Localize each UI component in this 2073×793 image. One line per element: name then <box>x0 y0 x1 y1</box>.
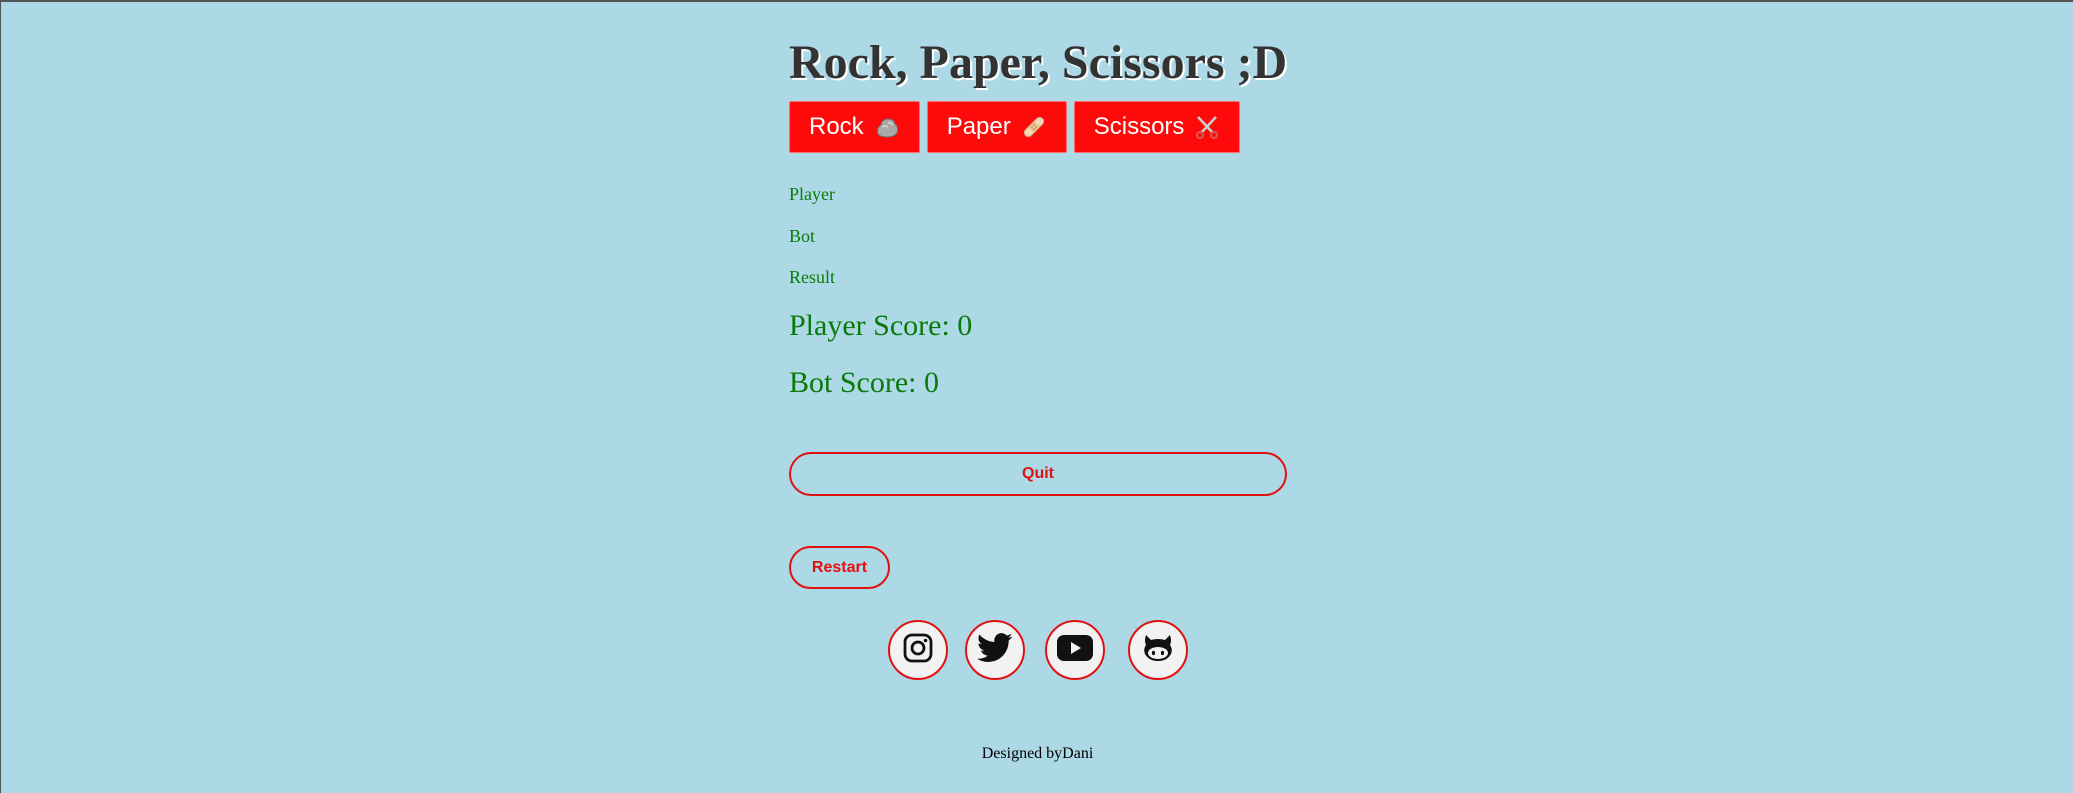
scissors-button[interactable]: Scissors <box>1073 101 1241 153</box>
github-icon <box>1140 632 1176 669</box>
youtube-icon <box>1056 634 1094 667</box>
github-link[interactable] <box>1128 620 1188 680</box>
scissors-button-label: Scissors <box>1093 113 1185 140</box>
rock-icon <box>874 114 900 140</box>
bot-score: Bot Score: 0 <box>789 366 939 399</box>
twitter-link[interactable] <box>965 620 1025 680</box>
player-choice-status: Player <box>789 184 835 204</box>
rock-button-label: Rock <box>809 113 864 140</box>
footer-credit: Designed byDani <box>981 745 1094 762</box>
paper-button[interactable]: Paper <box>926 101 1067 153</box>
bandage-icon <box>1021 114 1047 140</box>
page-title: Rock, Paper, Scissors ;D <box>789 36 1288 89</box>
bot-choice-status: Bot <box>789 226 816 246</box>
instagram-link[interactable] <box>888 620 948 680</box>
paper-button-label: Paper <box>946 113 1011 140</box>
twitter-icon <box>977 632 1013 669</box>
youtube-link[interactable] <box>1045 620 1105 680</box>
player-score: Player Score: 0 <box>789 309 973 342</box>
quit-button[interactable]: Quit <box>789 452 1287 496</box>
result-status: Result <box>789 267 836 287</box>
choice-buttons: Rock Paper Scissors <box>789 101 1241 153</box>
scissors-icon <box>1194 114 1220 140</box>
rock-button[interactable]: Rock <box>789 101 920 153</box>
restart-button[interactable]: Restart <box>789 546 890 589</box>
instagram-icon <box>902 632 934 669</box>
